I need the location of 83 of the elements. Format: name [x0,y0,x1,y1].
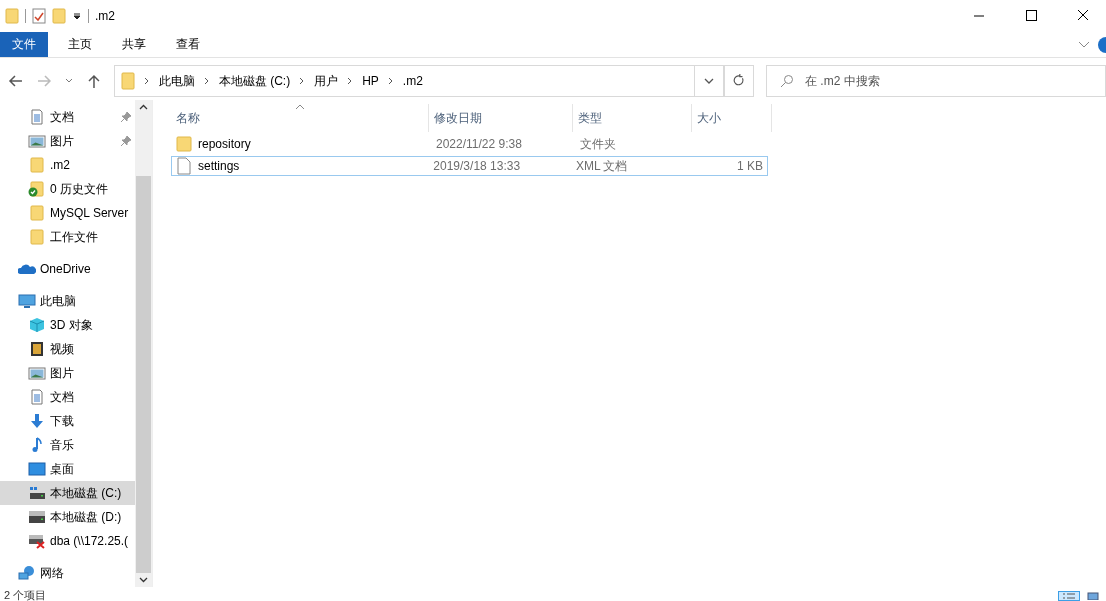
column-header[interactable]: 类型 [573,104,692,132]
search-icon [780,74,794,88]
nav-item[interactable]: 音乐 [0,433,135,457]
nav-item[interactable]: OneDrive [0,257,135,281]
chevron-icon[interactable] [142,76,151,86]
nav-item[interactable]: dba (\\172.25.( [0,529,135,553]
help-icon[interactable] [1096,36,1106,53]
nav-item[interactable]: 视频 [0,337,135,361]
pictures-icon [28,133,46,149]
file-icon [176,157,192,175]
pictures-icon [28,365,46,381]
file-row[interactable]: settings 2019/3/18 13:33 XML 文档 1 KB [171,156,768,176]
folder-icon [176,135,192,153]
file-name: settings [198,159,240,173]
pin-icon[interactable] [120,135,132,147]
ribbon-tab[interactable]: 查看 [164,32,212,57]
network-icon [18,565,36,581]
sort-ascending-icon [294,104,305,110]
nav-item[interactable]: 0 历史文件 [0,177,135,201]
nav-item[interactable]: 图片 [0,129,135,153]
expand-ribbon-icon[interactable] [1078,40,1090,49]
desktop-icon [28,461,46,477]
column-header[interactable]: 修改日期 [429,104,573,132]
column-header[interactable]: 名称 [171,104,429,132]
folder-icon [120,72,135,90]
nav-item[interactable]: 文档 [0,105,135,129]
download-arrow-icon [28,413,46,429]
film-icon [28,341,46,357]
back-icon[interactable] [8,73,24,89]
details-view-button[interactable] [1058,591,1080,601]
nav-item[interactable]: 网络 [0,561,135,585]
folder-icon [28,157,46,173]
item-count: 2 个项目 [4,589,47,601]
ribbon-tab[interactable]: 主页 [56,32,104,57]
cube-icon [28,317,46,333]
address-bar[interactable]: 此电脑 本地磁盘 (C:) 用户 HP .m2 [113,65,725,97]
pin-icon[interactable] [120,111,132,123]
document-icon [28,109,46,125]
nav-item[interactable]: 本地磁盘 (C:) [0,481,135,505]
table-cell-text: 2019/3/18 13:33 [432,159,522,173]
breadcrumb[interactable]: HP [362,74,379,88]
table-cell-text: 1 KB [736,159,764,173]
ribbon-tab[interactable]: 文件 [0,32,48,57]
folder-icon [28,205,46,221]
nav-item[interactable]: 桌面 [0,457,135,481]
nav-item[interactable]: 3D 对象 [0,313,135,337]
chevron-icon[interactable] [386,76,395,86]
nav-item[interactable]: 文档 [0,385,135,409]
nav-item[interactable]: 下载 [0,409,135,433]
customize-dropdown-icon[interactable] [72,11,82,21]
document-icon [28,389,46,405]
disconnected-drive-icon [28,533,46,549]
breadcrumb[interactable]: 用户 [314,72,339,90]
synced-folder-icon [28,181,46,197]
refresh-icon[interactable] [724,65,754,97]
ribbon-tab[interactable]: 共享 [110,32,158,57]
breadcrumb[interactable]: .m2 [402,74,423,88]
breadcrumb[interactable]: 本地磁盘 (C:) [218,72,291,90]
scroll-up-icon[interactable] [139,104,148,110]
breadcrumb[interactable]: 此电脑 [158,72,195,90]
chevron-icon[interactable] [202,76,211,86]
drive-icon [28,509,46,525]
properties-icon[interactable] [32,8,46,24]
file-row[interactable]: repository 2022/11/22 9:38 文件夹 [171,134,768,154]
table-cell-text: 文件夹 [579,135,617,153]
folder-icon [28,229,46,245]
nav-item[interactable]: .m2 [0,153,135,177]
computer-icon [18,293,36,309]
column-header[interactable]: 大小 [692,104,772,132]
table-cell-text: XML 文档 [574,157,629,175]
up-icon[interactable] [85,73,102,89]
file-name: repository [198,137,251,151]
nav-item[interactable]: 本地磁盘 (D:) [0,505,135,529]
window-title: .m2 [95,9,115,23]
drive-icon [28,485,46,501]
search-field[interactable]: 在 .m2 中搜索 [766,65,1106,97]
nav-item[interactable]: 此电脑 [0,289,135,313]
scroll-down-icon[interactable] [139,577,148,583]
nav-item[interactable]: 图片 [0,361,135,385]
scrollbar[interactable] [135,100,152,587]
table-cell-text: 2022/11/22 9:38 [435,137,523,151]
nav-item[interactable]: MySQL Server [0,201,135,225]
nav-item[interactable]: 工作文件 [0,225,135,249]
